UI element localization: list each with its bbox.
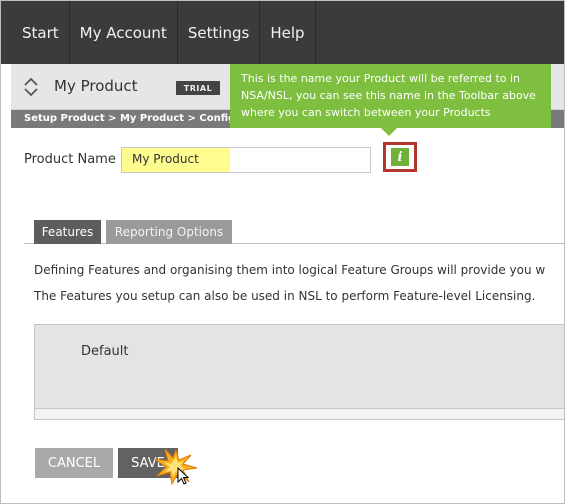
nav-settings[interactable]: Settings (178, 1, 261, 64)
tooltip-arrow (381, 128, 397, 136)
trial-badge: TRIAL (176, 81, 220, 95)
panel-footer (34, 409, 564, 420)
info-icon-callout: i (383, 142, 417, 172)
tooltip-line: NSA/NSL, you can see this name in the To… (241, 89, 536, 102)
cancel-button[interactable]: CANCEL (35, 448, 113, 478)
product-name-label: Product Name (24, 152, 116, 167)
product-switcher-icon[interactable] (23, 76, 39, 98)
description-line: The Features you setup can also be used … (34, 289, 536, 303)
top-navigation: Start My Account Settings Help (1, 1, 564, 64)
mouse-cursor-icon (177, 467, 190, 485)
feature-group-panel[interactable] (34, 324, 564, 409)
product-name[interactable]: My Product (54, 77, 138, 95)
description-line: Defining Features and organising them in… (34, 263, 546, 277)
tooltip-line: where you can switch between your Produc… (241, 106, 491, 119)
feature-group-default[interactable]: Default (81, 344, 129, 359)
tab-features[interactable]: Features (34, 220, 101, 244)
tooltip-line: This is the name your Product will be re… (241, 72, 521, 85)
click-burst-icon (154, 448, 198, 486)
app-window: Start My Account Settings Help My Produc… (0, 0, 565, 504)
nav-help[interactable]: Help (260, 1, 316, 64)
product-name-input[interactable] (121, 147, 371, 173)
info-icon[interactable]: i (391, 148, 409, 166)
help-tooltip: This is the name your Product will be re… (230, 64, 551, 128)
nav-start[interactable]: Start (1, 1, 70, 64)
tab-reporting-options[interactable]: Reporting Options (106, 220, 232, 244)
nav-my-account[interactable]: My Account (70, 1, 178, 64)
